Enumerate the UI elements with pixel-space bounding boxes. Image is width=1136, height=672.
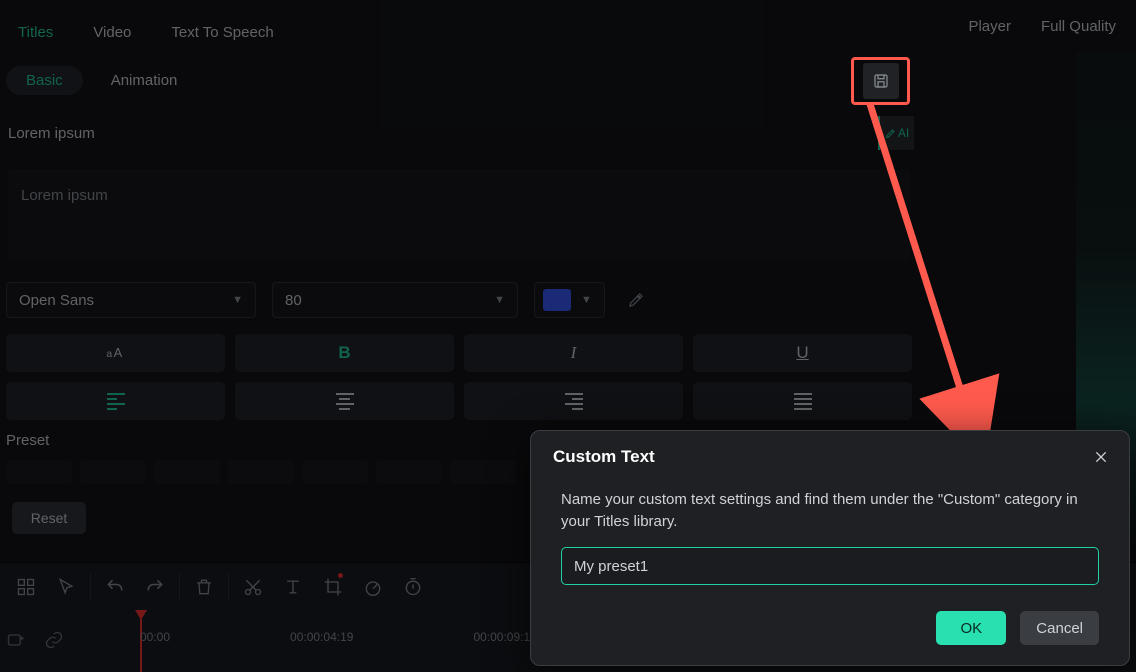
inspector-tabs: Titles Video Text To Speech xyxy=(0,16,274,48)
title-subtabs: Basic Animation xyxy=(6,66,183,95)
tab-titles[interactable]: Titles xyxy=(18,24,53,41)
ok-button[interactable]: OK xyxy=(936,611,1006,645)
close-icon xyxy=(1093,449,1109,465)
grid-icon[interactable] xyxy=(6,567,46,607)
align-left-icon xyxy=(107,393,125,410)
save-preset-button[interactable] xyxy=(863,63,899,99)
dialog-title: Custom Text xyxy=(553,447,655,467)
tab-video[interactable]: Video xyxy=(93,24,131,41)
align-justify-button[interactable] xyxy=(693,382,912,420)
align-left-button[interactable] xyxy=(6,382,225,420)
align-right-icon xyxy=(565,393,583,410)
font-family-value: Open Sans xyxy=(19,292,94,309)
preset-tile[interactable] xyxy=(228,460,294,484)
color-swatch xyxy=(543,289,571,311)
ai-assist-button[interactable]: AI xyxy=(878,116,914,150)
preset-tile[interactable] xyxy=(376,460,442,484)
preset-tile[interactable] xyxy=(450,460,516,484)
dialog-buttons: OK Cancel xyxy=(936,611,1099,645)
tab-player[interactable]: Player xyxy=(968,18,1011,35)
font-controls: Open Sans ▼ 80 ▼ ▼ xyxy=(6,282,651,318)
align-center-button[interactable] xyxy=(235,382,454,420)
tab-tts[interactable]: Text To Speech xyxy=(171,24,273,41)
title-input-row: Lorem ipsum AI xyxy=(0,116,918,150)
italic-button[interactable]: I xyxy=(464,334,683,372)
subtab-animation[interactable]: Animation xyxy=(105,66,184,95)
preset-row xyxy=(6,460,516,484)
svg-text:A: A xyxy=(113,345,122,360)
preset-name-input[interactable]: My preset1 xyxy=(561,547,1099,585)
underline-button[interactable]: U xyxy=(693,334,912,372)
cursor-icon[interactable] xyxy=(46,567,86,607)
highlight-box xyxy=(851,57,910,105)
delete-button[interactable] xyxy=(184,567,224,607)
chevron-down-icon: ▼ xyxy=(232,294,243,306)
font-size-select[interactable]: 80 ▼ xyxy=(272,282,518,318)
time-mark: 00:00 xyxy=(140,630,170,650)
viewer-tabs: Player Full Quality xyxy=(968,18,1116,35)
time-mark: 00:00:04:19 xyxy=(290,630,353,650)
close-button[interactable] xyxy=(1087,443,1115,471)
font-color-picker[interactable]: ▼ xyxy=(534,282,605,318)
undo-button[interactable] xyxy=(95,567,135,607)
divider xyxy=(90,573,91,601)
reset-button[interactable]: Reset xyxy=(12,502,86,534)
subtab-basic[interactable]: Basic xyxy=(6,66,83,95)
preset-tile[interactable] xyxy=(6,460,72,484)
chevron-down-icon: ▼ xyxy=(494,294,505,306)
time-mark: 00:00:09:14 xyxy=(473,630,536,650)
bold-button[interactable]: B xyxy=(235,334,454,372)
svg-text:a: a xyxy=(106,349,112,360)
pencil-icon xyxy=(885,127,897,139)
eyedropper-icon xyxy=(627,291,645,309)
align-center-icon xyxy=(336,393,354,410)
add-track-icon[interactable] xyxy=(6,630,26,650)
title-input-label: Lorem ipsum xyxy=(0,125,95,142)
save-icon xyxy=(872,72,890,90)
divider xyxy=(228,573,229,601)
cut-button[interactable] xyxy=(233,567,273,607)
underline-icon: U xyxy=(796,343,808,363)
align-right-button[interactable] xyxy=(464,382,683,420)
preset-tile[interactable] xyxy=(154,460,220,484)
font-family-select[interactable]: Open Sans ▼ xyxy=(6,282,256,318)
track-icons xyxy=(6,630,64,650)
divider xyxy=(179,573,180,601)
custom-text-dialog: Custom Text Name your custom text settin… xyxy=(530,430,1130,666)
redo-button[interactable] xyxy=(135,567,175,607)
text-tool-button[interactable] xyxy=(273,567,313,607)
align-justify-icon xyxy=(794,393,812,410)
cancel-button[interactable]: Cancel xyxy=(1020,611,1099,645)
preset-tile[interactable] xyxy=(302,460,368,484)
text-content-area[interactable]: Lorem ipsum xyxy=(6,168,912,262)
tab-full-quality[interactable]: Full Quality xyxy=(1041,18,1116,35)
preset-tile[interactable] xyxy=(80,460,146,484)
case-icon: aA xyxy=(106,345,126,361)
eyedropper-button[interactable] xyxy=(621,285,651,315)
ai-label: AI xyxy=(898,126,909,140)
chevron-down-icon: ▼ xyxy=(581,294,592,306)
timer-button[interactable] xyxy=(393,567,433,607)
font-size-value: 80 xyxy=(285,292,302,309)
notification-dot xyxy=(338,573,343,578)
text-style-grid: aA B I U xyxy=(6,334,912,430)
preset-section-label: Preset xyxy=(6,432,49,449)
crop-button[interactable] xyxy=(313,567,353,607)
case-toggle-button[interactable]: aA xyxy=(6,334,225,372)
dialog-message: Name your custom text settings and find … xyxy=(561,489,1099,533)
link-icon[interactable] xyxy=(44,630,64,650)
speed-button[interactable] xyxy=(353,567,393,607)
